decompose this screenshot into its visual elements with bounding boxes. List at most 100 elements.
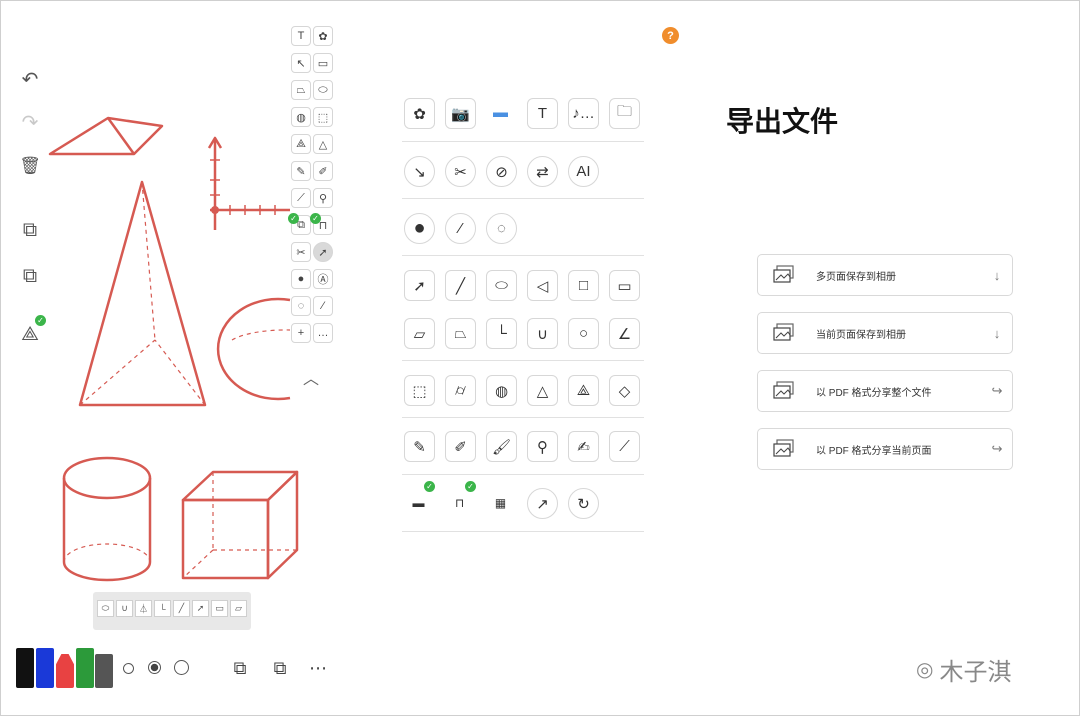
fountain-brush-icon[interactable]: ⚲ bbox=[527, 431, 558, 462]
palette-tool-icon[interactable]: ◍ bbox=[291, 107, 311, 127]
share-icon[interactable]: ↪ bbox=[982, 441, 1012, 457]
palette-tool-icon[interactable]: ✐ bbox=[313, 161, 333, 181]
palette-tool-icon[interactable]: Ⓐ bbox=[313, 269, 333, 289]
export-option[interactable]: 以 PDF 格式分享整个文件 ↪ bbox=[757, 370, 1013, 412]
line-icon[interactable]: ╱ bbox=[445, 270, 476, 301]
color-picker-icon[interactable]: ◌ bbox=[486, 213, 517, 244]
palette-tool-icon[interactable]: ● bbox=[291, 269, 311, 289]
sphere-icon[interactable]: ◍ bbox=[486, 375, 517, 406]
waterline-icon[interactable]: ▬ bbox=[404, 488, 433, 517]
palette-tool-icon[interactable]: ✿ bbox=[313, 26, 333, 46]
palette-tool-icon[interactable]: ⬚ bbox=[313, 107, 333, 127]
collapse-icon[interactable]: ︿ bbox=[302, 370, 320, 388]
line-icon[interactable]: ╱ bbox=[173, 600, 190, 617]
stroke-medium[interactable] bbox=[148, 661, 161, 674]
highlighter-icon[interactable]: ✍ bbox=[568, 431, 599, 462]
copy-icon[interactable]: ⧉ bbox=[16, 216, 44, 244]
photos-icon[interactable]: ✿ bbox=[404, 98, 435, 129]
pen-nib-icon[interactable]: ⟋ bbox=[609, 431, 640, 462]
trapezoid-icon[interactable]: ⏢ bbox=[445, 318, 476, 349]
divider bbox=[402, 417, 644, 418]
arrow-icon[interactable]: ➚ bbox=[192, 600, 209, 617]
stroke-style-icon[interactable]: ⁄ bbox=[445, 213, 476, 244]
angle-icon[interactable]: ∠ bbox=[609, 318, 640, 349]
pen-blue[interactable] bbox=[36, 648, 54, 688]
text-icon[interactable]: T bbox=[527, 98, 558, 129]
cone-icon[interactable]: △ bbox=[527, 375, 558, 406]
cylinder-icon[interactable]: ⌭ bbox=[445, 375, 476, 406]
arrow-icon[interactable]: ➚ bbox=[404, 270, 435, 301]
rectangle-icon[interactable]: ▭ bbox=[609, 270, 640, 301]
hide-icon[interactable]: ⊘ bbox=[486, 156, 517, 187]
export-option[interactable]: 当前页面保存到相册 ↓ bbox=[757, 312, 1013, 354]
palette-tool-icon[interactable]: ⬭ bbox=[313, 80, 333, 100]
more-icon[interactable]: ⋯ bbox=[306, 657, 330, 679]
divider bbox=[402, 141, 644, 142]
brush-icon[interactable]: 🖌 bbox=[486, 431, 517, 462]
flask-icon[interactable]: ⏃ bbox=[135, 600, 152, 617]
ellipse-icon[interactable]: ⬭ bbox=[97, 600, 114, 617]
triangle-icon[interactable]: ◁ bbox=[527, 270, 558, 301]
palette-tool-icon[interactable]: △ bbox=[313, 134, 333, 154]
download-icon[interactable]: ↓ bbox=[982, 326, 1012, 341]
palette-tool-icon[interactable]: ◌ bbox=[291, 296, 311, 316]
magnet-icon[interactable]: ⊓ bbox=[445, 488, 474, 517]
palette-tool-icon[interactable]: ➚ bbox=[313, 242, 333, 262]
rectangle-icon[interactable]: ▭ bbox=[211, 600, 228, 617]
trash-icon[interactable]: 🗑 bbox=[16, 152, 44, 180]
stroke-thick[interactable] bbox=[174, 660, 189, 675]
palette-tool-icon[interactable]: T bbox=[291, 26, 311, 46]
fill-color-icon[interactable]: ● bbox=[404, 213, 435, 244]
swap-icon[interactable]: ⇄ bbox=[527, 156, 558, 187]
pencil-icon[interactable]: ✎ bbox=[404, 431, 435, 462]
palette-tool-icon[interactable]: ⚲ bbox=[313, 188, 333, 208]
parabola-icon[interactable]: ∪ bbox=[116, 600, 133, 617]
camera-icon[interactable]: 📷 bbox=[445, 98, 476, 129]
palette-tool-icon[interactable]: ⁄ bbox=[313, 296, 333, 316]
pen-green[interactable] bbox=[76, 648, 94, 688]
download-icon[interactable]: ↓ bbox=[982, 268, 1012, 283]
palette-tool-icon[interactable]: ✂ bbox=[291, 242, 311, 262]
palette-icon[interactable]: ▦ bbox=[486, 488, 515, 517]
share-icon[interactable]: ↪ bbox=[982, 383, 1012, 399]
parallelogram-icon[interactable]: ▱ bbox=[230, 600, 247, 617]
add-page-icon[interactable]: ⧉ bbox=[268, 657, 292, 679]
palette-tool-icon[interactable]: ↖ bbox=[291, 53, 311, 73]
palette-tool-icon[interactable]: ✎ bbox=[291, 161, 311, 181]
rotate-icon[interactable]: ↗ bbox=[527, 488, 558, 519]
marker-icon[interactable]: ✐ bbox=[445, 431, 476, 462]
help-button[interactable]: ? bbox=[662, 27, 679, 44]
square-pyramid-icon[interactable]: ◇ bbox=[609, 375, 640, 406]
square-icon[interactable]: □ bbox=[568, 270, 599, 301]
pen-black[interactable] bbox=[16, 648, 34, 688]
parallelogram-icon[interactable]: ▱ bbox=[404, 318, 435, 349]
ellipse-icon[interactable]: ⬭ bbox=[486, 270, 517, 301]
pyramid-icon[interactable]: ⟁ bbox=[568, 375, 599, 406]
ai-icon[interactable]: AI bbox=[568, 156, 599, 187]
folder-icon[interactable]: 🗀 bbox=[609, 98, 640, 129]
palette-tool-icon[interactable]: … bbox=[313, 323, 333, 343]
palette-tool-icon[interactable]: ▭ bbox=[313, 53, 333, 73]
redo-icon[interactable]: ↷ bbox=[16, 108, 44, 136]
compass-icon[interactable]: ↘ bbox=[404, 156, 435, 187]
parabola-icon[interactable]: ∪ bbox=[527, 318, 558, 349]
stroke-thin[interactable] bbox=[123, 663, 134, 674]
palette-tool-icon[interactable]: ⟋ bbox=[291, 188, 311, 208]
folder-blue-icon[interactable]: ▬ bbox=[486, 98, 515, 127]
export-option[interactable]: 以 PDF 格式分享当前页面 ↪ bbox=[757, 428, 1013, 470]
circle-icon[interactable]: ○ bbox=[568, 318, 599, 349]
undo-icon[interactable]: ↶ bbox=[16, 65, 44, 93]
scissors-icon[interactable]: ✂ bbox=[445, 156, 476, 187]
palette-tool-icon[interactable]: ⟁ bbox=[291, 134, 311, 154]
export-option[interactable]: 多页面保存到相册 ↓ bbox=[757, 254, 1013, 296]
axes-icon[interactable]: └ bbox=[154, 600, 171, 617]
eraser[interactable] bbox=[95, 654, 113, 688]
palette-tool-icon[interactable]: + bbox=[291, 323, 311, 343]
audio-icon[interactable]: ♪… bbox=[568, 98, 599, 129]
axes-icon[interactable]: └ bbox=[486, 318, 517, 349]
cube-icon[interactable]: ⬚ bbox=[404, 375, 435, 406]
pages-icon[interactable]: ⧉ bbox=[228, 657, 252, 679]
paste-icon[interactable]: ⧉ bbox=[16, 262, 44, 290]
palette-tool-icon[interactable]: ⏢ bbox=[291, 80, 311, 100]
refresh-icon[interactable]: ↻ bbox=[568, 488, 599, 519]
